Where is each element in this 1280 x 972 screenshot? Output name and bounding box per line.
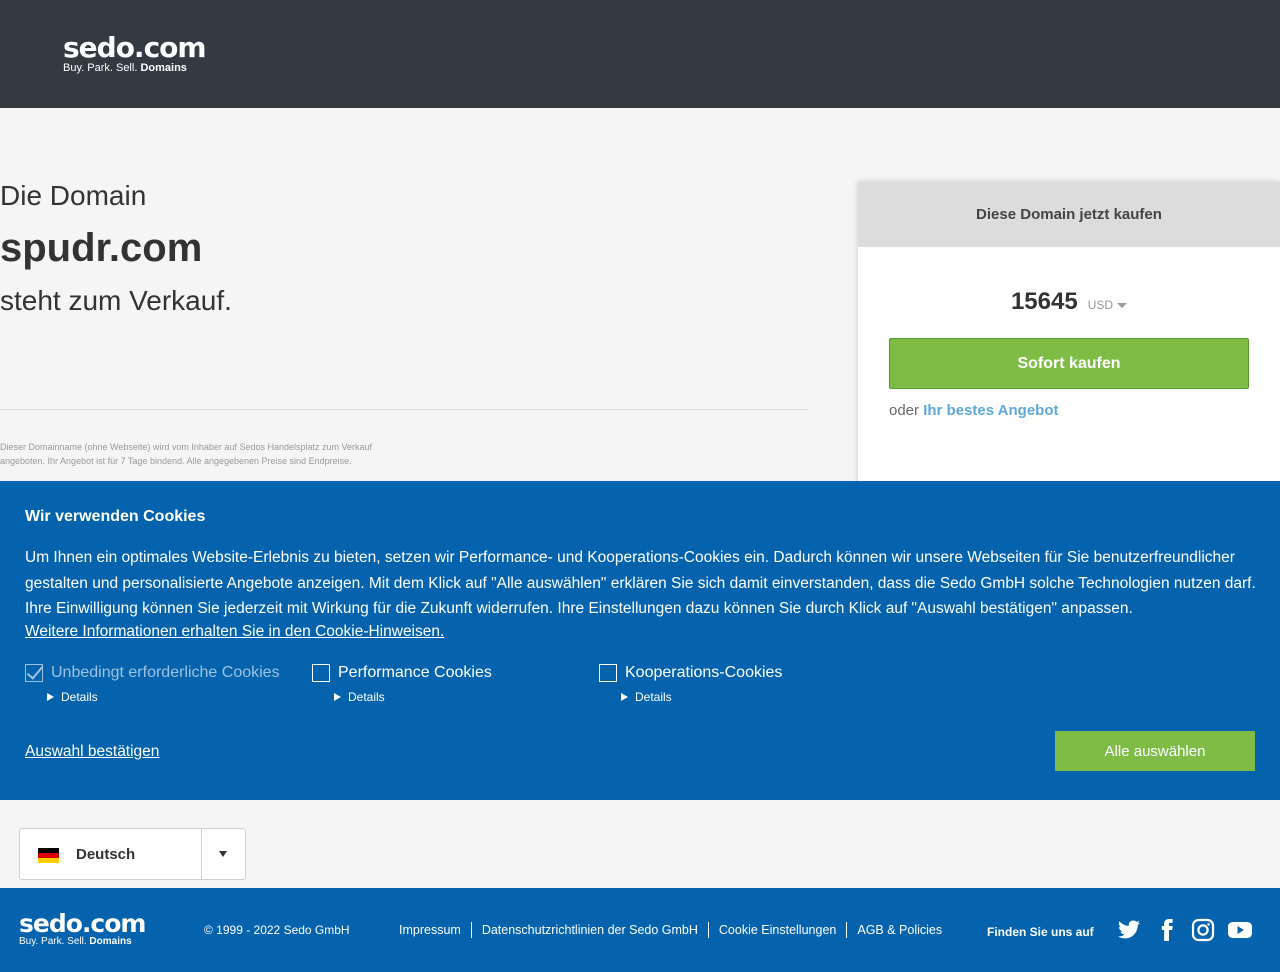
buy-box-title: Diese Domain jetzt kaufen	[858, 182, 1280, 247]
cookie-option-label: Kooperations-Cookies	[625, 664, 783, 681]
youtube-icon[interactable]	[1227, 918, 1253, 942]
follow-us-label: Finden Sie uns auf	[987, 925, 1094, 939]
logo-text: sedo.com	[63, 31, 207, 64]
logo-tagline-text: Buy. Park. Sell.	[63, 62, 138, 74]
facebook-icon[interactable]	[1155, 918, 1179, 942]
cookie-option-label: Unbedingt erforderliche Cookies	[51, 664, 280, 681]
details-label: Details	[61, 690, 98, 704]
logo-tagline-bold: Domains	[89, 936, 132, 947]
triangle-right-icon	[47, 693, 54, 701]
footer-sedo-logo[interactable]: sedo.com Buy. Park. Sell. Domains	[19, 909, 146, 948]
details-toggle[interactable]: Details	[47, 690, 98, 704]
twitter-icon[interactable]	[1117, 918, 1141, 942]
confirm-selection-link[interactable]: Auswahl bestätigen	[25, 743, 159, 761]
or-label: oder	[889, 402, 920, 419]
footer-links: Impressum Datenschutzrichtlinien der Sed…	[389, 922, 952, 938]
logo-tagline: Buy. Park. Sell. Domains	[63, 62, 206, 74]
select-all-button[interactable]: Alle auswählen	[1055, 731, 1255, 771]
language-select-divider	[201, 829, 202, 879]
currency-select[interactable]: USD	[1087, 298, 1128, 312]
language-select[interactable]: Deutsch	[19, 828, 246, 880]
cookie-text: Um Ihnen ein optimales Website-Erlebnis …	[25, 549, 1256, 617]
logo-tagline: Buy. Park. Sell. Domains	[19, 936, 145, 948]
instagram-icon[interactable]	[1191, 918, 1215, 942]
details-label: Details	[348, 690, 385, 704]
cookie-option-label: Performance Cookies	[338, 664, 492, 681]
currency-label: USD	[1087, 298, 1114, 312]
price-value: 15645	[1010, 288, 1078, 315]
buy-now-button[interactable]: Sofort kaufen	[889, 338, 1249, 389]
domain-intro: Die Domain	[0, 180, 147, 211]
domain-status: steht zum Verkauf.	[0, 285, 232, 316]
offer-row: oder Ihr bestes Angebot	[889, 402, 1059, 419]
language-label: Deutsch	[76, 846, 136, 863]
logo-tagline-bold: Domains	[140, 62, 187, 74]
cookie-info-link[interactable]: Weitere Informationen erhalten Sie in de…	[25, 623, 444, 641]
cooperation-cookies-checkbox[interactable]	[599, 664, 617, 682]
details-toggle[interactable]: Details	[621, 690, 672, 704]
chevron-down-icon	[1117, 303, 1128, 309]
footer: sedo.com Buy. Park. Sell. Domains © 1999…	[0, 888, 1280, 972]
german-flag-icon	[38, 848, 59, 863]
footer-link-cookie-settings[interactable]: Cookie Einstellungen	[707, 922, 846, 938]
divider	[0, 409, 808, 410]
best-offer-link[interactable]: Ihr bestes Angebot	[923, 402, 1058, 419]
logo-text: sedo.com	[19, 909, 146, 938]
buy-box: Diese Domain jetzt kaufen 15645 USD Sofo…	[858, 182, 1280, 502]
footer-link-privacy[interactable]: Datenschutzrichtlinien der Sedo GmbH	[470, 922, 708, 938]
price-row: 15645 USD	[858, 288, 1280, 316]
performance-cookies-checkbox[interactable]	[312, 664, 330, 682]
logo-tagline-text: Buy. Park. Sell.	[19, 936, 87, 947]
top-header: sedo.com Buy. Park. Sell. Domains	[0, 0, 1280, 108]
cookie-banner: Wir verwenden Cookies Um Ihnen ein optim…	[0, 481, 1280, 800]
sedo-logo[interactable]: sedo.com Buy. Park. Sell. Domains	[63, 31, 207, 75]
details-toggle[interactable]: Details	[334, 690, 385, 704]
chevron-down-icon	[219, 851, 227, 857]
details-label: Details	[635, 690, 672, 704]
disclaimer-text: Dieser Domainname (ohne Webseite) wird v…	[0, 442, 373, 466]
domain-name: spudr.com	[0, 226, 203, 270]
triangle-right-icon	[334, 693, 341, 701]
footer-link-terms[interactable]: AGB & Policies	[846, 922, 952, 938]
footer-link-impressum[interactable]: Impressum	[389, 922, 471, 938]
required-cookies-checkbox	[25, 664, 43, 682]
triangle-right-icon	[621, 693, 628, 701]
cookie-title: Wir verwenden Cookies	[25, 508, 206, 525]
copyright: © 1999 - 2022 Sedo GmbH	[204, 923, 350, 937]
